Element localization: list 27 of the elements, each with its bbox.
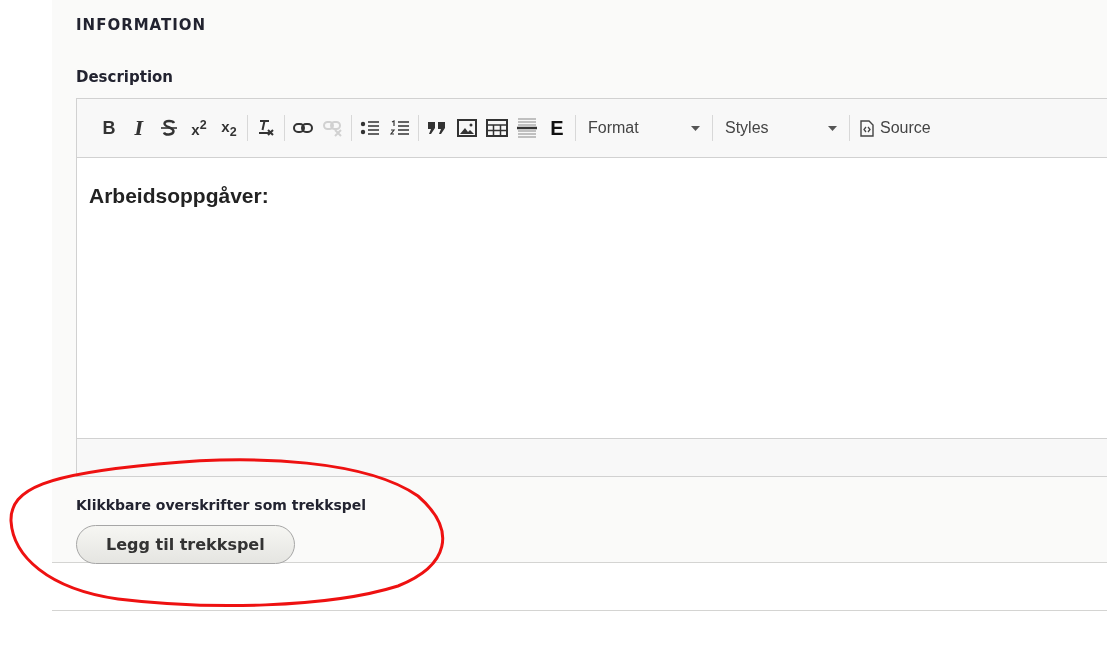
caret-icon [828, 125, 837, 131]
image-icon [457, 119, 477, 137]
horizontal-rule-icon [517, 117, 537, 139]
table-icon [486, 119, 508, 137]
superscript-button[interactable]: x$^{2}$ [185, 115, 213, 141]
dropdown[interactable]: Format [580, 115, 708, 141]
add-accordion-button[interactable]: Legg til trekkspel [76, 525, 295, 564]
document-code-icon [860, 119, 874, 137]
field-label: Description [76, 68, 175, 86]
bullet-list-icon [360, 120, 380, 136]
embed-button[interactable]: E [543, 115, 571, 141]
italic-button[interactable]: I [125, 115, 153, 141]
subscript-button[interactable]: x$_{2}$ [215, 115, 243, 141]
bold-button[interactable]: B [95, 115, 123, 141]
content-heading: Arbeidsoppgåver: [89, 184, 270, 208]
source-button[interactable]: Source [854, 115, 937, 141]
editor-content[interactable]: Arbeidsoppgåver: [77, 158, 1107, 439]
dropdown[interactable]: Styles [717, 115, 845, 141]
link-icon [293, 121, 313, 135]
numbered-list-icon [390, 120, 410, 136]
unlink-icon [323, 119, 343, 137]
accordion-label: Klikkbare overskrifter som trekkspel [76, 497, 368, 513]
clear-format-icon [256, 118, 276, 138]
strikethrough-icon [161, 119, 177, 137]
caret-icon [691, 125, 700, 131]
quote-icon [427, 121, 447, 135]
section-title: INFORMATION [76, 16, 208, 34]
